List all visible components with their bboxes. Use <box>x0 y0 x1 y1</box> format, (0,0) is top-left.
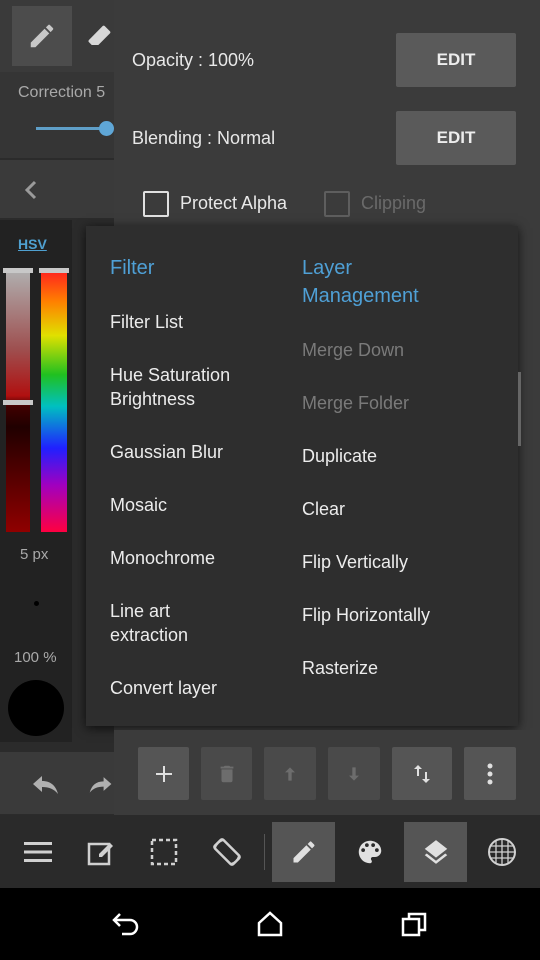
menu-item-clear[interactable]: Clear <box>302 497 345 521</box>
blending-mode-label: Blending : Normal <box>132 128 276 148</box>
pen-icon <box>30 24 54 48</box>
layer-opacity-label: Opacity : 100% <box>132 50 255 70</box>
undo-icon <box>33 776 58 794</box>
swap-layer-button[interactable] <box>392 747 452 800</box>
back-icon <box>112 913 139 936</box>
menu-item-convert-layer[interactable]: Convert layer <box>110 676 217 700</box>
rotate-screen-icon <box>212 838 241 866</box>
palette-icon <box>358 840 381 864</box>
plus-icon <box>155 765 172 782</box>
layer-more-button[interactable] <box>464 747 516 800</box>
edit-document-button[interactable] <box>69 822 132 882</box>
correction-slider-handle[interactable] <box>99 121 114 136</box>
hsv-mode-label[interactable]: HSV <box>18 236 47 252</box>
pen-mode-button[interactable] <box>272 822 335 882</box>
chevron-left-icon[interactable] <box>20 178 42 207</box>
menu-item-gaussian-blur[interactable]: Gaussian Blur <box>110 440 223 464</box>
menu-item-duplicate[interactable]: Duplicate <box>302 444 377 468</box>
brush-size-preview <box>34 601 39 606</box>
arrow-down-icon <box>349 766 359 781</box>
toolbar-divider <box>264 834 265 870</box>
correction-label: Correction 5 <box>18 84 106 101</box>
pen-icon <box>293 841 315 863</box>
arrow-up-icon <box>285 766 295 781</box>
menu-item-filter-list[interactable]: Filter List <box>110 310 183 334</box>
menu-item-line-art-extraction[interactable]: Line art extraction <box>110 599 240 647</box>
delete-layer-button[interactable] <box>201 747 252 800</box>
edit-blending-button[interactable]: EDIT <box>396 111 516 165</box>
sv-bar-handle-top[interactable] <box>3 268 33 273</box>
layer-management-heading: Layer Management <box>302 257 419 307</box>
recent-apps-icon <box>401 912 427 937</box>
menu-item-merge-folder[interactable]: Merge Folder <box>302 391 409 415</box>
redo-button[interactable] <box>88 762 114 806</box>
trash-icon <box>220 765 233 782</box>
edit-document-icon <box>87 842 113 866</box>
palette-button[interactable] <box>338 822 401 882</box>
recent-apps-button[interactable] <box>384 900 444 948</box>
move-layer-up-button[interactable] <box>264 747 316 800</box>
hue-bar[interactable] <box>41 270 67 532</box>
popup-scrollbar[interactable] <box>518 372 521 446</box>
menu-item-mosaic[interactable]: Mosaic <box>110 493 167 517</box>
swap-vertical-icon <box>414 764 430 783</box>
correction-slider-track[interactable] <box>36 127 108 130</box>
selection-button[interactable] <box>132 822 195 882</box>
brush-opacity-label[interactable]: 100 % <box>14 649 57 666</box>
add-layer-button[interactable] <box>138 747 189 800</box>
menu-item-merge-down[interactable]: Merge Down <box>302 338 404 362</box>
menu-icon <box>23 842 52 862</box>
edit-opacity-button[interactable]: EDIT <box>396 33 516 87</box>
menu-item-hue-saturation-brightness[interactable]: Hue Saturation Brightness <box>110 363 270 411</box>
current-color-swatch[interactable] <box>8 680 64 736</box>
home-button[interactable] <box>240 900 300 948</box>
hue-bar-handle[interactable] <box>39 268 69 273</box>
layers-icon <box>424 840 447 864</box>
eraser-icon <box>88 25 111 45</box>
back-button[interactable] <box>96 900 156 948</box>
home-icon <box>257 911 283 937</box>
redo-icon <box>89 777 112 793</box>
more-vertical-icon <box>487 763 493 784</box>
rotate-screen-button[interactable] <box>195 822 258 882</box>
pen-tool-button[interactable] <box>12 6 72 66</box>
main-menu-button[interactable] <box>6 822 69 882</box>
panel-collapse-row[interactable] <box>0 160 114 218</box>
layers-button[interactable] <box>404 822 467 882</box>
eraser-tool-button[interactable] <box>86 6 114 66</box>
protect-alpha-label: Protect Alpha <box>180 193 288 213</box>
clipping-checkbox[interactable] <box>324 191 350 217</box>
grid-button[interactable] <box>470 822 533 882</box>
clipping-label: Clipping <box>361 193 427 213</box>
brush-size-label[interactable]: 5 px <box>20 546 48 563</box>
grid-icon <box>487 838 516 866</box>
sv-bar-handle-bottom[interactable] <box>3 400 33 405</box>
move-layer-down-button[interactable] <box>328 747 380 800</box>
menu-item-monochrome[interactable]: Monochrome <box>110 546 215 570</box>
menu-item-flip-horizontally[interactable]: Flip Horizontally <box>302 603 430 627</box>
menu-item-flip-vertically[interactable]: Flip Vertically <box>302 550 408 574</box>
menu-item-rasterize[interactable]: Rasterize <box>302 656 378 680</box>
protect-alpha-checkbox[interactable] <box>143 191 169 217</box>
filter-heading: Filter <box>110 257 155 279</box>
undo-button[interactable] <box>22 762 68 806</box>
selection-icon <box>150 838 177 866</box>
